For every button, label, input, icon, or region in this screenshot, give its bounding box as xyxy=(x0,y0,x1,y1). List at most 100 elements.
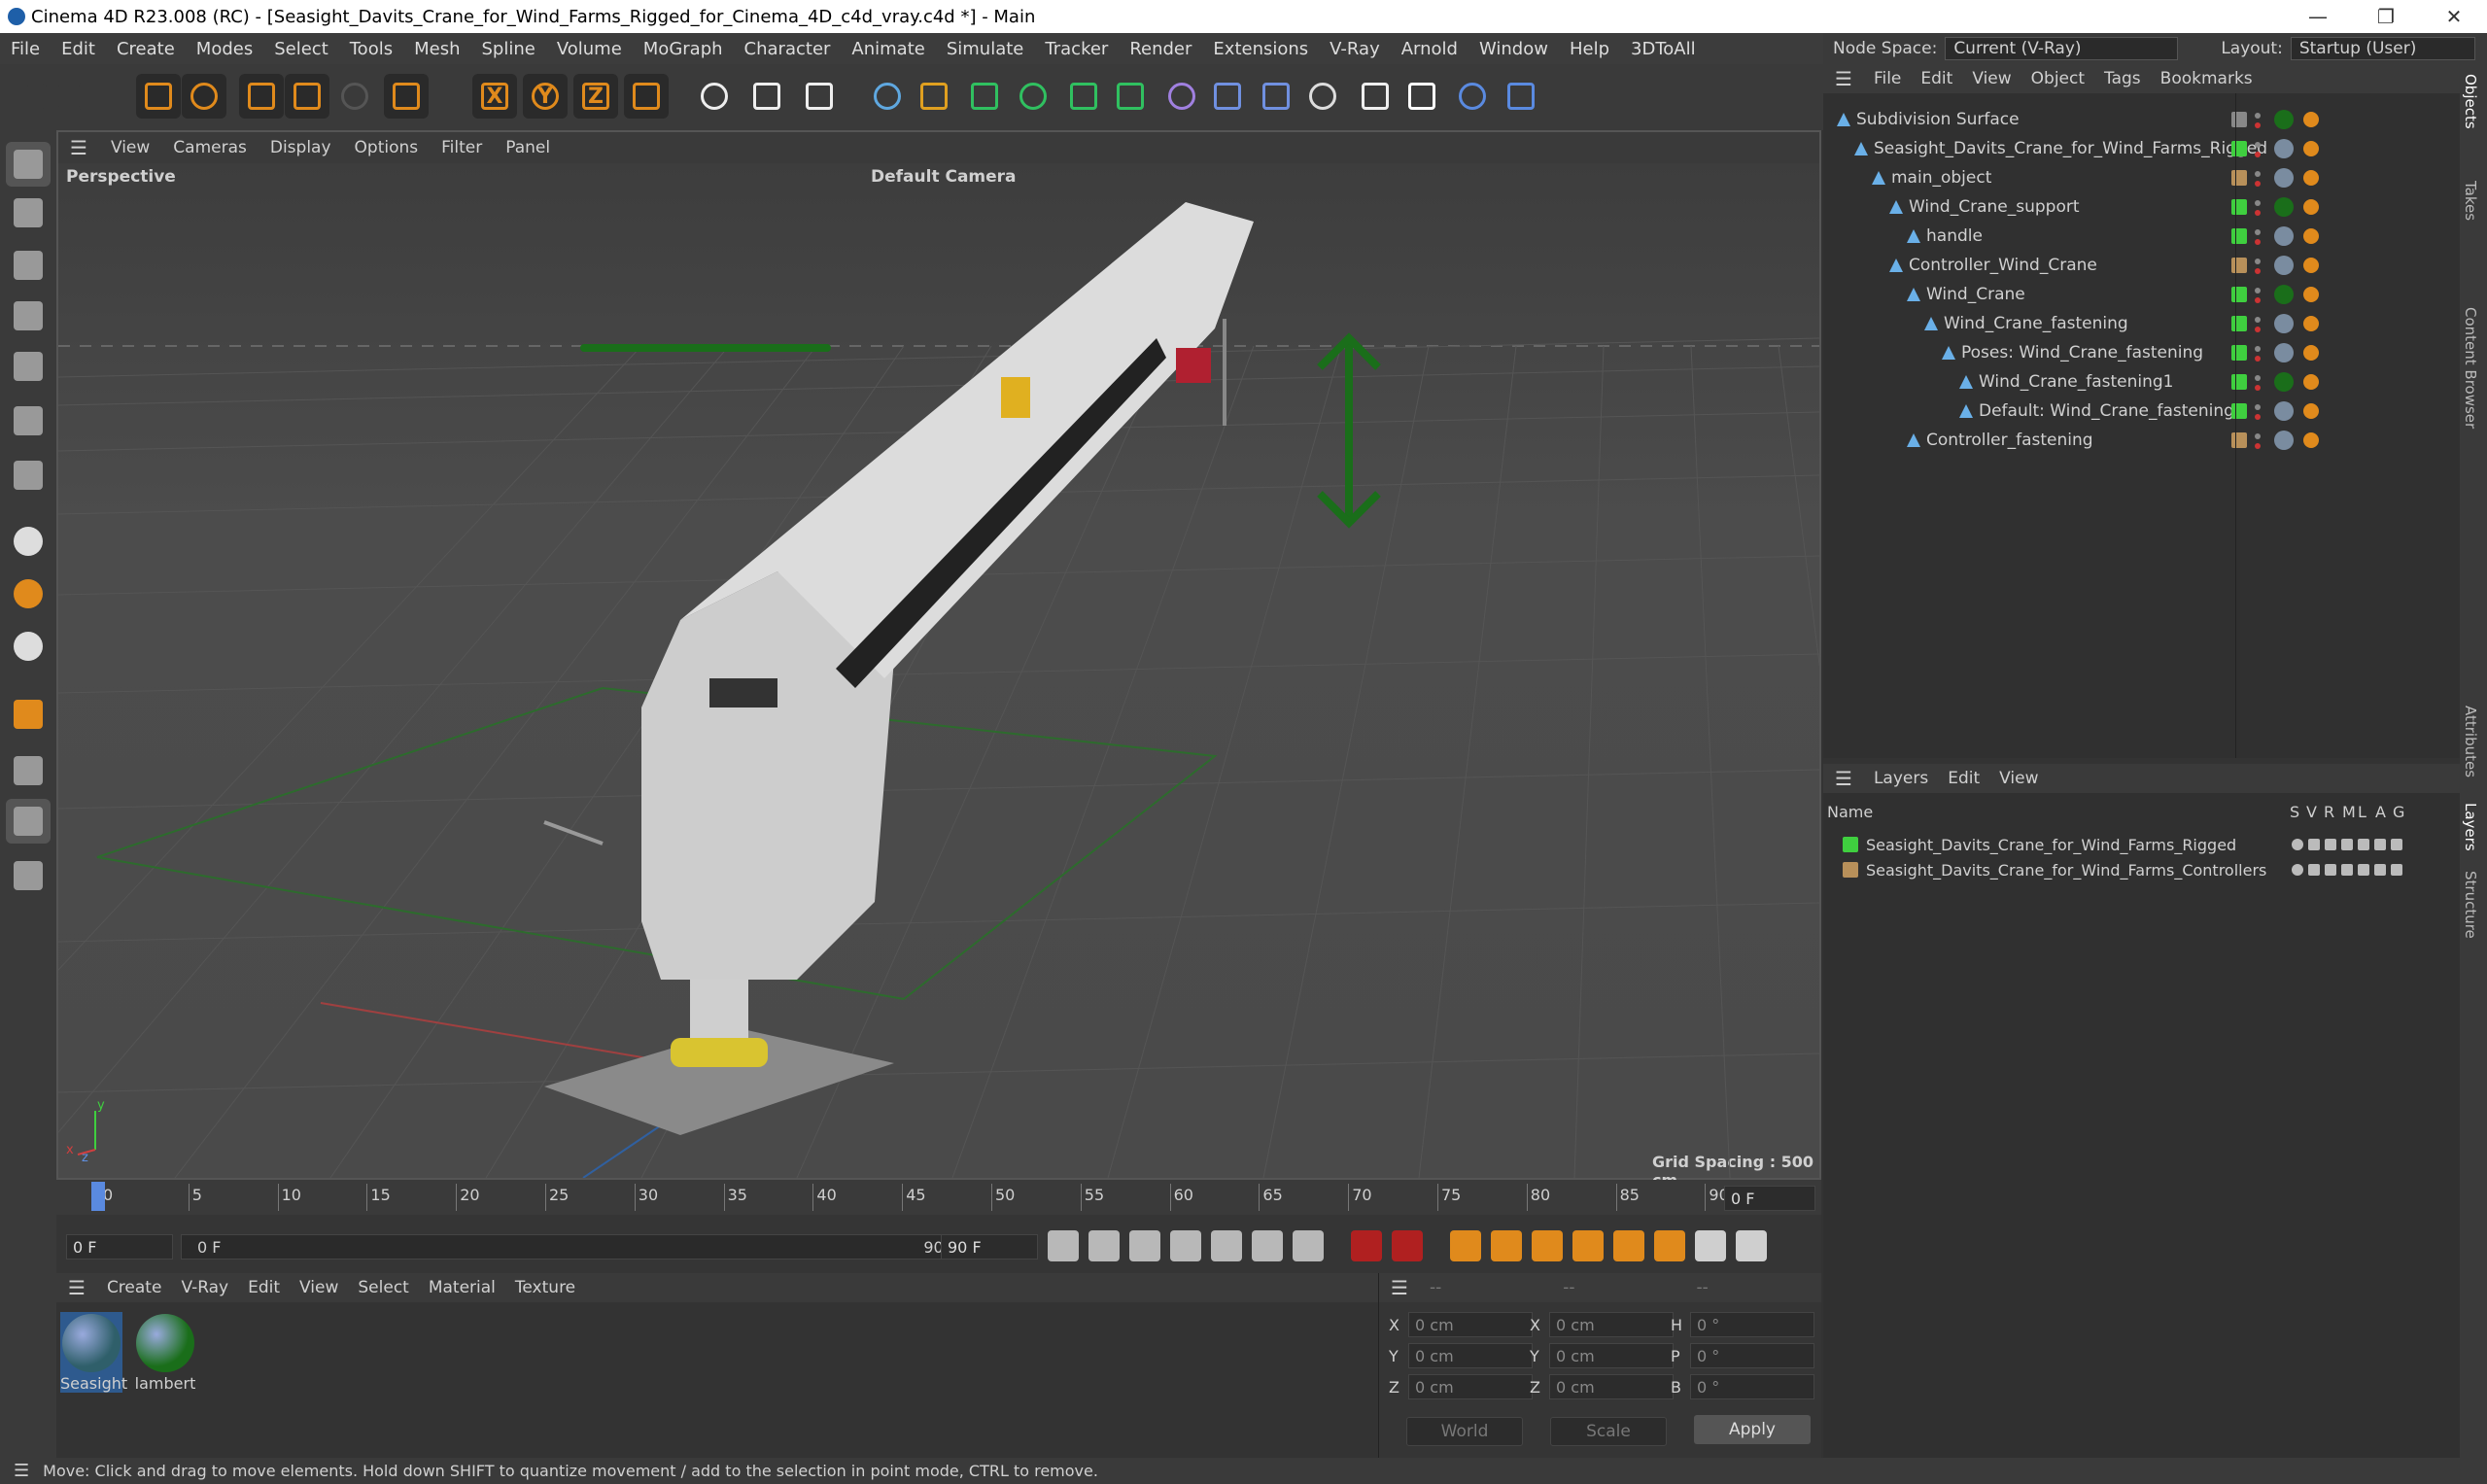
coord-field-p[interactable]: 0 ° xyxy=(1690,1343,1814,1368)
generator-icon[interactable] xyxy=(2391,864,2402,876)
tag-icon[interactable] xyxy=(2274,226,2294,246)
menu-animate[interactable]: Animate xyxy=(841,39,935,59)
side-tab-attributes[interactable]: Attributes xyxy=(2462,706,2479,777)
coord-field-z[interactable]: 0 cm xyxy=(1408,1374,1533,1399)
subdivision-icon[interactable] xyxy=(962,74,1007,119)
start-frame-field[interactable]: 0 F xyxy=(66,1234,173,1260)
playhead[interactable] xyxy=(91,1182,105,1211)
menu-help[interactable]: Help xyxy=(1559,39,1620,59)
object-row[interactable]: Wind_Crane_fastening1 xyxy=(1823,367,2460,397)
menu-window[interactable]: Window xyxy=(1468,39,1559,59)
object-row[interactable]: Subdivision Surface xyxy=(1823,105,2460,134)
object-row[interactable]: Wind_Crane_support xyxy=(1823,192,2460,222)
visibility-dot-render[interactable] xyxy=(2255,210,2261,216)
visibility-dot-editor[interactable] xyxy=(2255,404,2261,410)
lock-x-icon[interactable]: X xyxy=(472,74,517,119)
field-icon[interactable] xyxy=(1205,74,1250,119)
axis-mode-icon[interactable] xyxy=(6,453,51,498)
material-menu-material[interactable]: Material xyxy=(419,1278,505,1297)
material-menu-edit[interactable]: Edit xyxy=(238,1278,290,1297)
close-button[interactable]: ✕ xyxy=(2425,0,2483,33)
visibility-dot-render[interactable] xyxy=(2255,297,2261,303)
coord-field-x[interactable]: 0 cm xyxy=(1549,1312,1674,1337)
side-tab-content-browser[interactable]: Content Browser xyxy=(2462,307,2479,429)
viewport-menu-cameras[interactable]: Cameras xyxy=(161,138,259,157)
lock-icon[interactable] xyxy=(2358,839,2369,850)
layer-hamburger-icon[interactable]: ☰ xyxy=(1823,767,1864,790)
tag-icon[interactable] xyxy=(2274,110,2294,129)
render-view-icon[interactable] xyxy=(744,74,789,119)
material-hamburger-icon[interactable]: ☰ xyxy=(56,1276,97,1299)
visibility-dot-render[interactable] xyxy=(2255,385,2261,391)
viewport-scene[interactable]: Perspective Default Camera Grid Spacing … xyxy=(58,163,1819,1190)
visibility-dot-render[interactable] xyxy=(2255,356,2261,362)
material-menu-texture[interactable]: Texture xyxy=(505,1278,585,1297)
animation-icon[interactable] xyxy=(2374,839,2386,850)
visibility-dot-render[interactable] xyxy=(2255,443,2261,449)
next-key-icon[interactable] xyxy=(1252,1230,1283,1261)
tag-icon[interactable] xyxy=(2303,287,2319,302)
add-icon[interactable] xyxy=(384,74,429,119)
visibility-dot-render[interactable] xyxy=(2255,327,2261,332)
edges-mode-icon[interactable] xyxy=(6,293,51,338)
menu-modes[interactable]: Modes xyxy=(186,39,263,59)
object-row[interactable]: Controller_fastening xyxy=(1823,426,2460,455)
menu-edit[interactable]: Edit xyxy=(51,39,106,59)
solo-icon[interactable] xyxy=(2292,839,2303,850)
select-arrow-icon[interactable] xyxy=(136,74,181,119)
end-frame-field[interactable]: 90 F xyxy=(941,1234,1038,1260)
object-menu-tags[interactable]: Tags xyxy=(2094,69,2151,88)
object-row[interactable]: handle xyxy=(1823,222,2460,251)
play-icon[interactable] xyxy=(1170,1230,1201,1261)
lock-icon[interactable] xyxy=(2358,864,2369,876)
status-hamburger-icon[interactable]: ☰ xyxy=(0,1461,43,1481)
lock-z-icon[interactable]: Z xyxy=(573,74,618,119)
tag-icon[interactable] xyxy=(2274,168,2294,188)
menu-volume[interactable]: Volume xyxy=(546,39,633,59)
layout-dropdown[interactable]: Startup (User) xyxy=(2290,37,2475,60)
tag-icon[interactable] xyxy=(2303,403,2319,419)
next-frame-icon[interactable] xyxy=(1211,1230,1242,1261)
material-menu-select[interactable]: Select xyxy=(348,1278,418,1297)
layer-menu-layers[interactable]: Layers xyxy=(1864,769,1938,788)
tag-icon[interactable] xyxy=(2274,285,2294,304)
redo-icon[interactable] xyxy=(47,74,91,119)
material-menu-vray[interactable]: V-Ray xyxy=(171,1278,238,1297)
visibility-dot-render[interactable] xyxy=(2255,152,2261,157)
tag-icon[interactable] xyxy=(2303,432,2319,448)
model-mode-icon[interactable] xyxy=(6,142,51,187)
visibility-dot-editor[interactable] xyxy=(2255,288,2261,293)
coord-field-x[interactable]: 0 cm xyxy=(1408,1312,1533,1337)
coord-hamburger-icon[interactable]: ☰ xyxy=(1379,1276,1420,1299)
lock-workplane-icon[interactable] xyxy=(6,799,51,844)
go-end-icon[interactable] xyxy=(1293,1230,1324,1261)
pla-icon[interactable] xyxy=(1654,1230,1685,1261)
floor-icon[interactable] xyxy=(1254,74,1298,119)
visibility-dot-render[interactable] xyxy=(2255,268,2261,274)
visibility-dot-render[interactable] xyxy=(2255,122,2261,128)
tag-icon[interactable] xyxy=(2274,372,2294,392)
render-icon[interactable] xyxy=(2325,839,2336,850)
deformer-icon[interactable] xyxy=(1159,74,1204,119)
object-row[interactable]: main_object xyxy=(1823,163,2460,192)
visibility-dot-editor[interactable] xyxy=(2255,346,2261,352)
object-menu-edit[interactable]: Edit xyxy=(1911,69,1962,88)
coord-field-y[interactable]: 0 cm xyxy=(1549,1343,1674,1368)
viewport-menu-view[interactable]: View xyxy=(99,138,161,157)
material-menu-view[interactable]: View xyxy=(290,1278,348,1297)
material-item[interactable]: lambert xyxy=(134,1312,196,1393)
coord-field-h[interactable]: 0 ° xyxy=(1690,1312,1814,1337)
material-menu-create[interactable]: Create xyxy=(97,1278,172,1297)
side-tab-objects[interactable]: Objects xyxy=(2462,74,2479,129)
prev-key-icon[interactable] xyxy=(1088,1230,1120,1261)
scale-icon[interactable] xyxy=(239,74,284,119)
cube-icon[interactable] xyxy=(865,74,910,119)
record-icon[interactable] xyxy=(1351,1230,1382,1261)
scale-key-icon[interactable] xyxy=(1532,1230,1563,1261)
viewport-hamburger-icon[interactable]: ☰ xyxy=(58,136,99,159)
viewport-menu-filter[interactable]: Filter xyxy=(430,138,494,157)
side-tab-structure[interactable]: Structure xyxy=(2462,871,2479,939)
timeline-icon[interactable] xyxy=(1736,1230,1767,1261)
extrude-icon[interactable] xyxy=(1011,74,1055,119)
object-menu-bookmarks[interactable]: Bookmarks xyxy=(2151,69,2262,88)
